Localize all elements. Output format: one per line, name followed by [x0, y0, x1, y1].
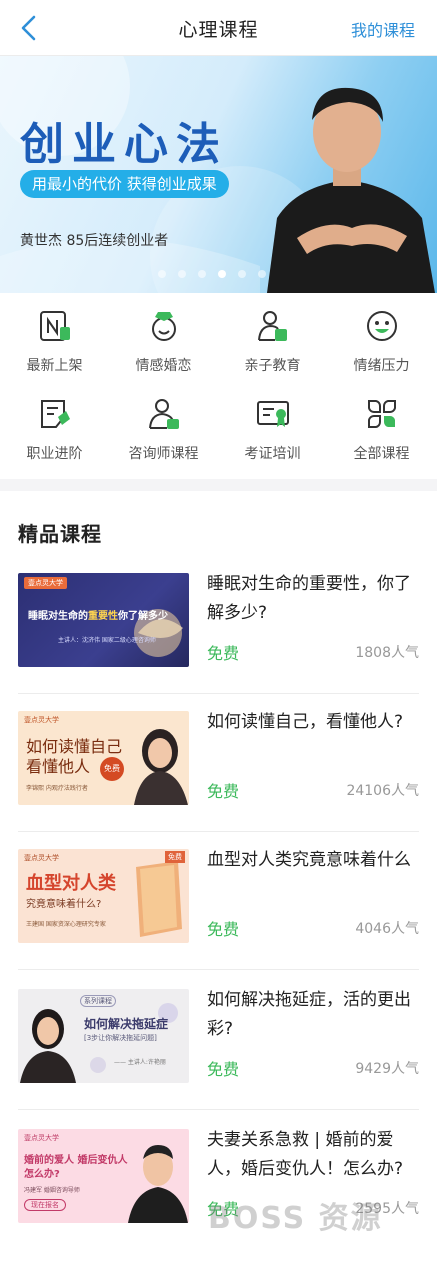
- banner-speaker-label: 黄世杰 85后连续创业者: [20, 233, 169, 249]
- carousel-dot[interactable]: [178, 270, 186, 278]
- thumbnail-speaker: 王建国 国家资深心理研究专家: [26, 921, 106, 928]
- thumbnail-tag: 系列课程: [80, 995, 116, 1007]
- thumbnail-speaker: —— 主讲人:许艳丽: [114, 1059, 166, 1066]
- thumbnail-speaker: 冯建军 婚姻咨询导师: [24, 1187, 80, 1194]
- free-badge: 免费: [100, 757, 124, 781]
- thumbnail-headline: 怎么办?: [24, 1169, 60, 1180]
- course-item[interactable]: 壹点灵大学 如何读懂自己 看懂他人 免费 李锦熙 内观疗法践行者 如何读懂自己，…: [0, 694, 437, 832]
- signup-button: 现在报名: [24, 1199, 66, 1211]
- course-title[interactable]: 血型对人类究竟意味着什么: [207, 846, 419, 875]
- category-certificate[interactable]: 考证培训: [218, 381, 327, 469]
- speaker-portrait: [267, 87, 435, 293]
- my-courses-link[interactable]: 我的课程: [351, 17, 415, 41]
- thumbnail-subheadline: 究竟意味着什么?: [26, 899, 102, 910]
- category-grid: 最新上架 情感婚恋 亲子教育 情绪压力 职业进阶 咨询师课程 考证培训 全部课程: [0, 293, 437, 479]
- category-label: 情感婚恋: [135, 358, 192, 374]
- course-thumbnail: 壹点灵大学 免费 血型对人类 究竟意味着什么? 王建国 国家资深心理研究专家: [18, 849, 189, 943]
- item-divider: [18, 1109, 419, 1110]
- category-emotion[interactable]: 情绪压力: [327, 293, 436, 381]
- category-label: 职业进阶: [26, 446, 83, 462]
- course-item[interactable]: 壹点灵大学 睡眠对生命的重要性你了解多少 主讲人：沈济伟 国家二级心理咨询师 睡…: [0, 556, 437, 694]
- thumbnail-headline: 婚前的爱人 婚后变仇人: [24, 1155, 128, 1166]
- parent-child-icon: [258, 311, 287, 341]
- category-new[interactable]: 最新上架: [0, 293, 109, 381]
- category-label: 情绪压力: [353, 358, 410, 374]
- course-views: 4046人气: [355, 921, 419, 937]
- carousel-dot[interactable]: [198, 270, 206, 278]
- counselor-icon: [149, 399, 179, 429]
- thumbnail-headline: 睡眠对生命的重要性你了解多少: [28, 611, 168, 622]
- course-views: 9429人气: [355, 1061, 419, 1077]
- course-thumbnail: 系列课程 如何解决拖延症 [3步让你解决拖延问题] —— 主讲人:许艳丽: [18, 989, 189, 1083]
- category-label: 考证培训: [244, 446, 301, 462]
- section-divider: [0, 479, 437, 491]
- career-icon: [41, 400, 70, 428]
- free-badge: 免费: [165, 851, 185, 863]
- course-views: 24106人气: [346, 783, 419, 799]
- course-price: 免费: [207, 920, 240, 939]
- certificate-icon: [257, 401, 289, 427]
- course-thumbnail: 壹点灵大学 如何读懂自己 看懂他人 免费 李锦熙 内观疗法践行者: [18, 711, 189, 805]
- course-price: 免费: [207, 644, 240, 663]
- banner-title: 创业心法: [20, 119, 228, 170]
- carousel-dot[interactable]: [238, 270, 246, 278]
- category-romance[interactable]: 情感婚恋: [109, 293, 218, 381]
- smile-icon: [367, 311, 397, 341]
- thumbnail-speaker: 李锦熙 内观疗法践行者: [26, 785, 88, 792]
- course-item[interactable]: 系列课程 如何解决拖延症 [3步让你解决拖延问题] —— 主讲人:许艳丽 如何解…: [0, 972, 437, 1110]
- course-title[interactable]: 睡眠对生命的重要性，你了解多少?: [207, 570, 419, 628]
- course-price: 免费: [207, 1060, 240, 1079]
- carousel-dot[interactable]: [258, 270, 266, 278]
- thumbnail-tag: 壹点灵大学: [24, 577, 67, 589]
- thumbnail-headline: 看懂他人: [26, 757, 91, 776]
- ring-icon: [152, 312, 176, 341]
- navbar: 心理课程 我的课程: [0, 0, 437, 56]
- carousel-dot[interactable]: [158, 270, 166, 278]
- banner-subtitle: 用最小的代价 获得创业成果: [20, 170, 229, 198]
- category-all[interactable]: 全部课程: [327, 381, 436, 469]
- course-item[interactable]: 壹点灵大学 免费 血型对人类 究竟意味着什么? 王建国 国家资深心理研究专家 血…: [0, 832, 437, 970]
- new-icon: [40, 311, 70, 341]
- thumbnail-speaker: 主讲人：沈济伟 国家二级心理咨询师: [58, 637, 156, 644]
- course-title[interactable]: 夫妻关系急救 | 婚前的爱人，婚后变仇人！怎么办?: [207, 1126, 419, 1184]
- thumbnail-tag: 壹点灵大学: [24, 854, 59, 862]
- category-counselor[interactable]: 咨询师课程: [109, 381, 218, 469]
- thumbnail-subheadline: [3步让你解决拖延问题]: [84, 1034, 157, 1042]
- category-label: 亲子教育: [244, 358, 301, 374]
- watermark: BOSS 资源: [208, 1201, 383, 1236]
- carousel-dot-active[interactable]: [218, 270, 226, 278]
- category-label: 全部课程: [353, 446, 410, 462]
- thumbnail-tag: 壹点灵大学: [24, 1134, 59, 1142]
- course-price: 免费: [207, 782, 240, 801]
- course-views: 1808人气: [355, 645, 419, 661]
- course-title[interactable]: 如何解决拖延症，活的更出彩?: [207, 986, 419, 1044]
- section-title: 精品课程: [18, 522, 102, 546]
- banner-carousel[interactable]: 创业心法 用最小的代价 获得创业成果 黄世杰 85后连续创业者: [0, 56, 437, 293]
- thumbnail-tag: 壹点灵大学: [24, 716, 59, 724]
- category-career[interactable]: 职业进阶: [0, 381, 109, 469]
- thumbnail-headline: 血型对人类: [26, 873, 116, 894]
- thumbnail-headline: 如何解决拖延症: [84, 1017, 169, 1031]
- course-title[interactable]: 如何读懂自己，看懂他人?: [207, 708, 419, 737]
- all-grid-icon: [368, 400, 396, 428]
- course-thumbnail: 壹点灵大学 睡眠对生命的重要性你了解多少 主讲人：沈济伟 国家二级心理咨询师: [18, 573, 189, 667]
- category-label: 咨询师课程: [128, 446, 199, 462]
- category-parenting[interactable]: 亲子教育: [218, 293, 327, 381]
- course-thumbnail: 壹点灵大学 婚前的爱人 婚后变仇人 怎么办? 冯建军 婚姻咨询导师 现在报名: [18, 1129, 189, 1223]
- category-label: 最新上架: [26, 358, 83, 374]
- item-divider: [18, 969, 419, 970]
